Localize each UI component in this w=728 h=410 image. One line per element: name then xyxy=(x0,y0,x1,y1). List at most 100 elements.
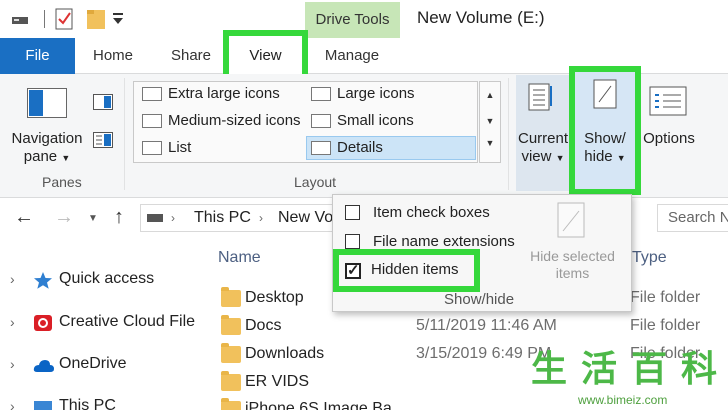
hidden-items-option[interactable]: ✓ Hidden items xyxy=(333,249,480,292)
nav-item-quick-access[interactable]: › Quick access xyxy=(0,265,210,293)
show-hide-group-label: Show/hide xyxy=(444,291,515,308)
up-arrow-icon[interactable]: ↑ xyxy=(114,206,124,229)
details-pane-icon[interactable] xyxy=(93,132,113,153)
drive-icon xyxy=(147,214,163,222)
address-bar[interactable]: › This PC › New Vo xyxy=(140,204,340,232)
scroll-up-icon[interactable]: ▲ xyxy=(480,90,500,100)
drive-icon[interactable] xyxy=(12,12,28,24)
search-input[interactable]: Search N xyxy=(657,204,728,232)
file-type: File folder xyxy=(630,289,701,306)
navigation-pane-label: Navigation xyxy=(11,130,83,147)
star-icon xyxy=(33,271,53,289)
properties-icon[interactable] xyxy=(55,8,73,35)
recent-locations-icon[interactable]: ▼ xyxy=(88,213,98,224)
file-name: ER VIDS xyxy=(245,373,310,390)
hide-selected-label: Hide selected xyxy=(530,248,615,264)
back-arrow-icon[interactable]: ← xyxy=(14,206,34,229)
layout-item-label: Small icons xyxy=(337,112,414,129)
watermark-logo: 生 活 百 科 www.bimeiz.com xyxy=(526,348,728,410)
layout-item-label: Extra large icons xyxy=(168,85,280,102)
options-icon[interactable] xyxy=(649,86,687,121)
small-icons-icon xyxy=(311,114,331,128)
layout-large-icons[interactable]: Large icons xyxy=(307,83,415,105)
hide-selected-label-line2: items xyxy=(555,265,590,281)
preview-pane-icon[interactable] xyxy=(93,94,113,115)
layout-item-label: Large icons xyxy=(337,85,415,102)
folder-icon xyxy=(221,371,241,391)
window-title: New Volume (E:) xyxy=(417,8,545,27)
customize-toolbar-icon[interactable] xyxy=(112,12,124,31)
breadcrumb-this-pc[interactable]: This PC xyxy=(194,205,251,231)
layout-medium-icons[interactable]: Medium-sized icons xyxy=(138,110,301,132)
hidden-items-checkbox[interactable]: ✓ xyxy=(345,263,361,279)
forward-arrow-icon[interactable]: → xyxy=(54,206,74,229)
list-icon xyxy=(142,141,162,155)
watermark-url: www.bimeiz.com xyxy=(578,393,668,407)
extra-large-icons-icon xyxy=(142,87,162,101)
chevron-right-icon: › xyxy=(171,211,175,225)
column-header-type[interactable]: Type xyxy=(632,249,667,267)
nav-item-creative-cloud[interactable]: › Creative Cloud File xyxy=(0,308,210,336)
tab-share[interactable]: Share xyxy=(160,38,222,74)
tab-view[interactable]: View xyxy=(229,36,302,75)
folder-icon xyxy=(221,343,241,363)
chevron-down-icon: ▼ xyxy=(555,153,565,163)
options-button[interactable]: Options xyxy=(638,130,700,148)
chevron-right-icon[interactable]: › xyxy=(10,308,15,336)
layout-list[interactable]: List xyxy=(138,137,191,159)
file-type: File folder xyxy=(630,317,701,334)
layout-item-label: Medium-sized icons xyxy=(168,112,301,129)
drive-tools-context-tab[interactable]: Drive Tools xyxy=(305,2,400,38)
show-hide-label-line2: hide ▼ xyxy=(575,148,635,167)
show-hide-icon xyxy=(591,78,619,115)
computer-icon xyxy=(33,398,53,410)
more-icon[interactable]: ▼ xyxy=(480,138,500,148)
column-header-name[interactable]: Name xyxy=(218,249,261,267)
breadcrumb-current[interactable]: New Vo xyxy=(278,205,333,231)
chevron-right-icon[interactable]: › xyxy=(10,392,15,410)
file-name: Downloads xyxy=(245,345,325,362)
chevron-down-icon: ▼ xyxy=(616,153,626,163)
nav-item-this-pc[interactable]: › This PC xyxy=(0,392,210,410)
file-name: Docs xyxy=(245,317,282,334)
hide-selected-items-icon[interactable] xyxy=(555,201,589,246)
layout-gallery-scroll[interactable]: ▲ ▼ ▼ xyxy=(479,81,501,163)
navigation-pane-icon[interactable] xyxy=(27,88,67,123)
navigation-pane-button[interactable]: Navigation pane ▼ xyxy=(8,130,86,167)
current-view-label-line2: view ▼ xyxy=(512,148,574,167)
nav-item-onedrive[interactable]: › OneDrive xyxy=(0,350,210,378)
file-name-extensions-checkbox[interactable] xyxy=(345,234,360,249)
file-name: iPhone 6S Image Ba xyxy=(245,400,392,410)
folder-icon xyxy=(221,315,241,335)
tab-home[interactable]: Home xyxy=(82,38,144,74)
file-name: Desktop xyxy=(245,289,304,306)
tab-file[interactable]: File xyxy=(0,38,75,74)
item-check-boxes-checkbox[interactable] xyxy=(345,205,360,220)
folder-icon xyxy=(221,287,241,307)
chevron-right-icon[interactable]: › xyxy=(10,350,15,378)
chevron-down-icon: ▼ xyxy=(61,153,71,163)
layout-details[interactable]: Details xyxy=(306,136,476,160)
current-view-button[interactable]: Current view ▼ xyxy=(512,130,574,167)
new-folder-icon[interactable] xyxy=(86,8,106,35)
title-bar: Drive Tools New Volume (E:) xyxy=(0,0,728,38)
details-icon xyxy=(311,141,331,155)
sort-by-icon[interactable] xyxy=(525,82,555,117)
current-view-line2: view xyxy=(521,148,552,165)
show-hide-line2: hide xyxy=(584,148,613,165)
layout-small-icons[interactable]: Small icons xyxy=(307,110,414,132)
scroll-down-icon[interactable]: ▼ xyxy=(480,116,500,126)
file-row[interactable]: Docs 5/11/2019 11:46 AM File folder xyxy=(218,312,728,340)
layout-extra-large-icons[interactable]: Extra large icons xyxy=(138,83,280,105)
show-hide-label: Show/ hide ▼ xyxy=(575,130,635,167)
group-divider xyxy=(508,78,509,190)
layout-group-label: Layout xyxy=(294,174,337,190)
hide-selected-items-button[interactable]: Hide selected items xyxy=(520,248,625,282)
show-hide-button[interactable]: Show/ hide ▼ xyxy=(569,66,641,195)
nav-item-label: Creative Cloud File xyxy=(59,313,196,330)
watermark-char: 科 xyxy=(680,349,717,390)
layout-item-label: List xyxy=(168,139,192,156)
chevron-right-icon: › xyxy=(259,211,263,225)
tab-manage[interactable]: Manage xyxy=(314,38,390,74)
chevron-right-icon[interactable]: › xyxy=(10,265,15,293)
